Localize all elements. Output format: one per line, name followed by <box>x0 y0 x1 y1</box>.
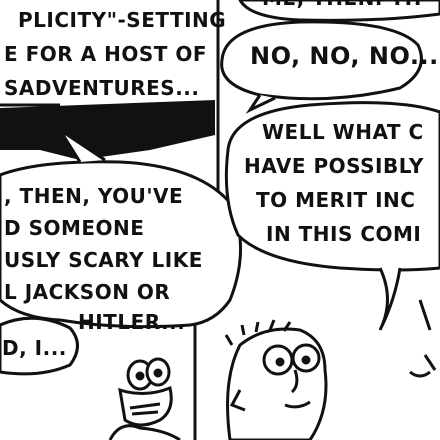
narration-line-1: PLICITY"-SETTING <box>18 8 227 32</box>
left-bubble-line-4: L JACKSON OR <box>4 280 171 304</box>
right-bubble-line-3: TO MERIT INC <box>256 188 416 212</box>
right-bubble-line-4: IN THIS COMI <box>266 222 422 246</box>
dark-shading <box>0 100 215 160</box>
no-bubble-text: NO, NO, NO... <box>250 42 439 70</box>
no-bubble-tail <box>245 94 276 114</box>
left-bubble-line-5: HITLER... <box>78 310 186 334</box>
narration-line-3: SADVENTURES... <box>4 76 200 100</box>
alien-character <box>108 357 181 440</box>
top-right-bubble-text: ME, THEN. TH <box>262 0 422 8</box>
comic-panel-crop: PLICITY"-SETTING E FOR A HOST OF SADVENT… <box>0 0 440 440</box>
bottom-left-bubble-text: D, I... <box>2 336 67 360</box>
left-bubble-line-2: D SOMEONE <box>4 216 145 240</box>
glasses-man-character <box>224 319 328 440</box>
left-bubble-line-3: USLY SCARY LIKE <box>4 248 203 272</box>
right-bubble-tail <box>378 267 402 331</box>
ink-strokes <box>409 299 437 378</box>
right-bubble-line-2: HAVE POSSIBLY <box>244 154 424 178</box>
narration-line-2: E FOR A HOST OF <box>4 42 208 66</box>
left-bubble-line-1: , THEN, YOU'VE <box>4 184 184 208</box>
right-bubble-line-1: WELL WHAT C <box>262 120 424 144</box>
